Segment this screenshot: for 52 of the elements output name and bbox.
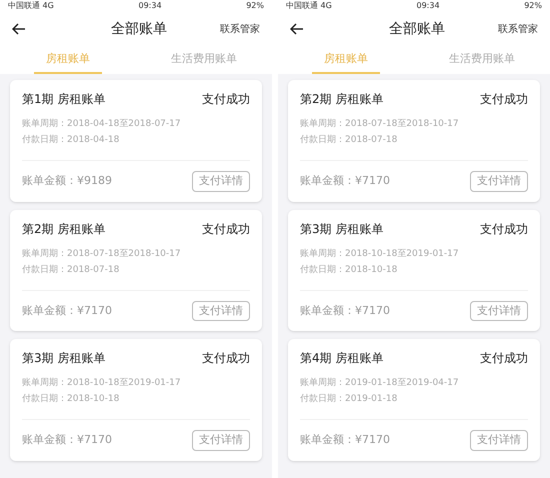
bill-amount: 账单金额：¥9189: [22, 173, 112, 189]
status-time: 09:34: [138, 2, 162, 10]
payment-date: 付款日期：2019-01-18: [300, 392, 398, 406]
bill-title: 第4期 房租账单: [300, 350, 384, 367]
payment-status: 支付成功: [480, 91, 528, 108]
bill-amount: 账单金额：¥7170: [300, 302, 390, 318]
page-title: 全部账单: [111, 20, 167, 38]
bill-amount: 账单金额：¥7170: [22, 302, 112, 318]
payment-details-button[interactable]: 支付详情: [192, 171, 250, 192]
battery-label: 92%: [246, 2, 264, 10]
bill-amount: 账单金额：¥7170: [22, 432, 112, 448]
tab[interactable]: 房租账单: [34, 46, 102, 74]
payment-details-button[interactable]: 支付详情: [470, 300, 528, 321]
payment-date: 付款日期：2018-10-18: [300, 264, 398, 276]
payment-details-button[interactable]: 支付详情: [192, 300, 250, 321]
payment-date: 付款日期：2018-04-18: [22, 134, 120, 147]
tab[interactable]: 房租账单: [312, 46, 380, 74]
back-arrow-icon[interactable]: [12, 23, 26, 35]
payment-details-button[interactable]: 支付详情: [470, 171, 528, 192]
payment-status: 支付成功: [480, 220, 528, 238]
payment-date: 付款日期：2018-07-18: [300, 134, 398, 147]
billing-period: 账单周期：2018-10-18至2019-01-17: [300, 248, 460, 260]
payment-details-button[interactable]: 支付详情: [192, 430, 250, 450]
payment-details-button[interactable]: 支付详情: [470, 430, 528, 450]
billing-period: 账单周期：2018-07-18至2018-10-17: [22, 248, 182, 260]
page-title: 全部账单: [389, 20, 445, 38]
payment-status: 支付成功: [202, 350, 250, 367]
status-time: 09:34: [416, 2, 440, 10]
payment-status: 支付成功: [202, 220, 250, 238]
bill-title: 第2期 房租账单: [22, 220, 106, 238]
bill-title: 第1期 房租账单: [22, 91, 106, 108]
bill-amount: 账单金额：¥7170: [300, 432, 390, 448]
carrier-label: 中国联通 4G: [8, 2, 54, 10]
back-arrow-icon[interactable]: [290, 23, 304, 35]
bill-amount: 账单金额：¥7170: [300, 173, 390, 189]
billing-period: 账单周期：2018-04-18至2018-07-17: [22, 118, 182, 131]
billing-period: 账单周期：2018-07-18至2018-10-17: [300, 118, 460, 131]
billing-period: 账单周期：2018-10-18至2019-01-17: [22, 376, 182, 390]
battery-label: 92%: [524, 2, 542, 10]
contact-manager-link[interactable]: 联系管家: [498, 22, 538, 36]
tab[interactable]: 生活费用账单: [437, 46, 527, 74]
payment-status: 支付成功: [480, 350, 528, 367]
payment-date: 付款日期：2018-10-18: [22, 392, 120, 406]
contact-manager-link[interactable]: 联系管家: [220, 22, 260, 36]
bill-title: 第3期 房租账单: [300, 220, 384, 238]
billing-period: 账单周期：2019-01-18至2019-04-17: [300, 376, 460, 390]
bill-title: 第2期 房租账单: [300, 91, 384, 108]
carrier-label: 中国联通 4G: [286, 2, 332, 10]
payment-status: 支付成功: [202, 91, 250, 108]
payment-date: 付款日期：2018-07-18: [22, 264, 120, 276]
bill-title: 第3期 房租账单: [22, 350, 106, 367]
tab[interactable]: 生活费用账单: [159, 46, 249, 74]
